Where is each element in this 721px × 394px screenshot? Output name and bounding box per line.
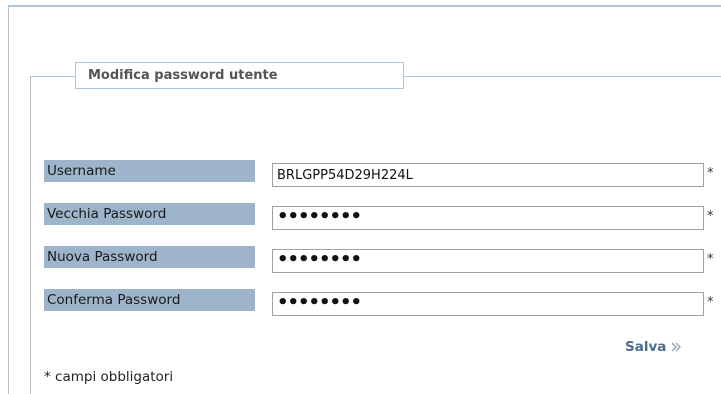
- save-button[interactable]: Salva: [625, 339, 682, 359]
- username-required-mark: *: [707, 166, 714, 181]
- new-password-required-mark: *: [707, 252, 714, 267]
- save-button-label: Salva: [625, 339, 667, 355]
- username-field[interactable]: BRLGPP54D29H224L: [272, 163, 704, 187]
- new-password-field[interactable]: ••••••••: [272, 249, 704, 273]
- fieldset-border-left-segment: [30, 76, 75, 77]
- form-title: Modifica password utente: [88, 68, 278, 83]
- old-password-label: Vecchia Password: [44, 203, 255, 225]
- username-label: Username: [44, 160, 255, 182]
- double-chevron-right-icon: [671, 340, 682, 352]
- new-password-label: Nuova Password: [44, 246, 255, 268]
- fieldset-border-right-segment: [404, 76, 721, 77]
- required-fields-note: * campi obbligatori: [44, 369, 174, 385]
- confirm-password-label: Conferma Password: [44, 289, 255, 311]
- old-password-field[interactable]: ••••••••: [272, 206, 704, 230]
- confirm-password-field[interactable]: ••••••••: [272, 292, 704, 316]
- fieldset-border-vertical: [30, 76, 31, 394]
- form-legend: Modifica password utente: [75, 62, 404, 89]
- old-password-required-mark: *: [707, 209, 714, 224]
- confirm-password-required-mark: *: [707, 295, 714, 310]
